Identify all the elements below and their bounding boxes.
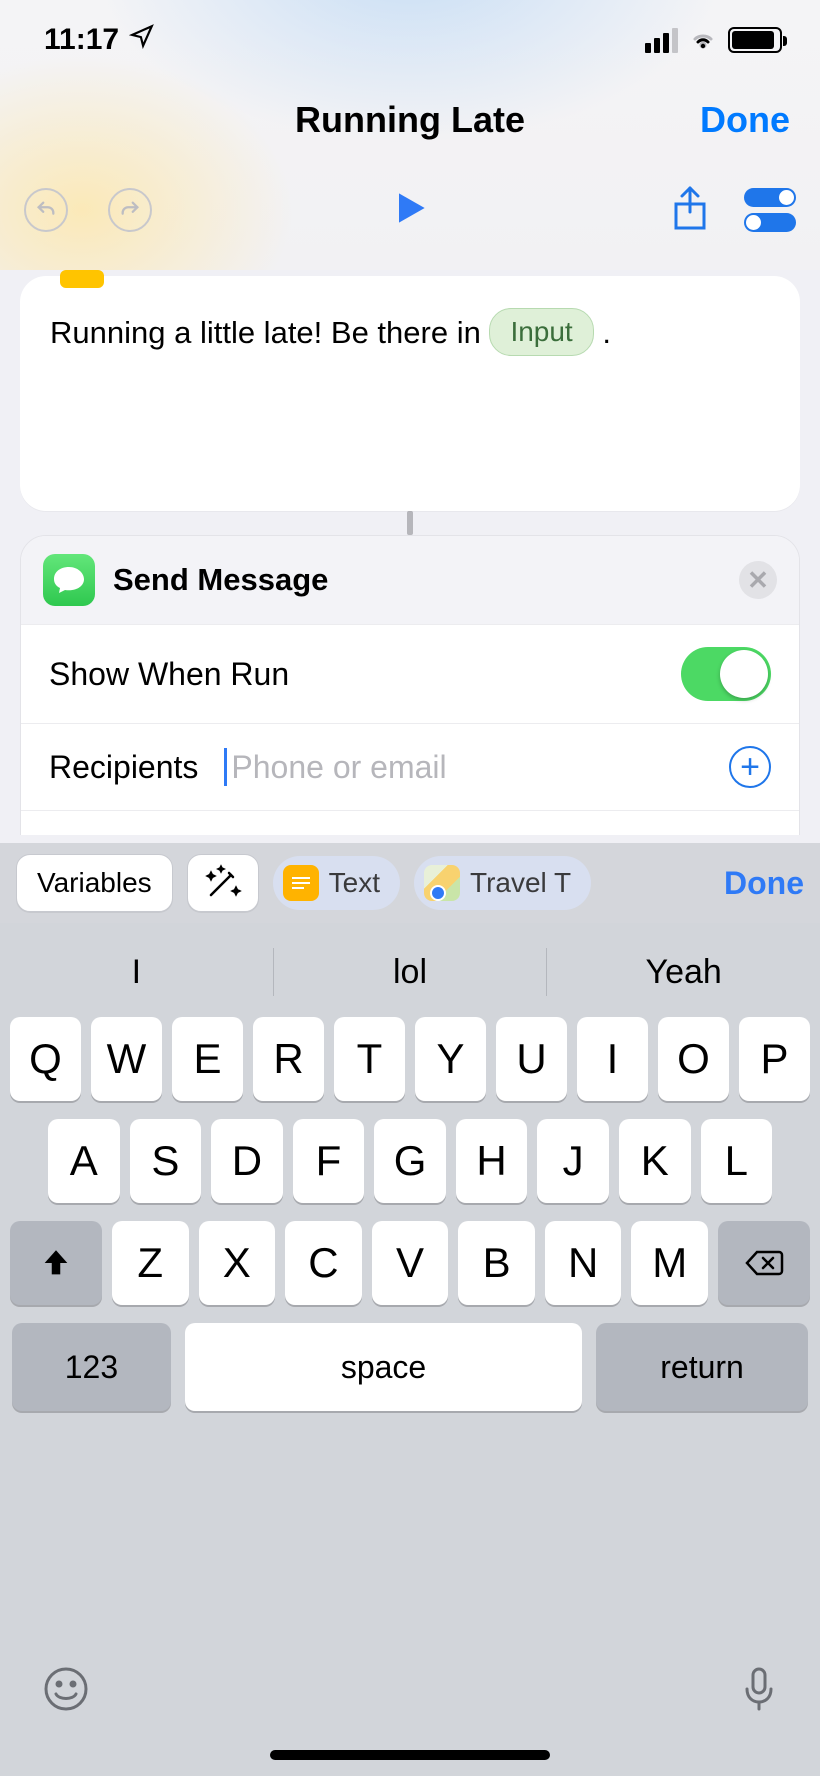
key-a[interactable]: A [48, 1119, 120, 1203]
text-action-body-suffix: . [602, 315, 611, 350]
key-m[interactable]: M [631, 1221, 708, 1305]
key-k[interactable]: K [619, 1119, 691, 1203]
key-row-1: Q W E R T Y U I O P [0, 1017, 820, 1101]
show-when-run-row: Show When Run [21, 624, 799, 723]
editor-toolbar [0, 160, 820, 260]
add-recipient-button[interactable]: + [729, 746, 771, 788]
dictation-button[interactable] [740, 1665, 778, 1718]
key-s[interactable]: S [130, 1119, 202, 1203]
key-f[interactable]: F [293, 1119, 365, 1203]
key-v[interactable]: V [372, 1221, 449, 1305]
done-button[interactable]: Done [700, 99, 790, 141]
key-h[interactable]: H [456, 1119, 528, 1203]
variable-chip-scroll[interactable]: Text Travel T [273, 856, 706, 910]
text-variable-icon [283, 865, 319, 901]
key-p[interactable]: P [739, 1017, 810, 1101]
space-key[interactable]: space [185, 1323, 582, 1411]
remove-action-button[interactable]: ✕ [739, 561, 777, 599]
messages-icon [43, 554, 95, 606]
key-u[interactable]: U [496, 1017, 567, 1101]
key-i[interactable]: I [577, 1017, 648, 1101]
nav-bar: Running Late Done [0, 80, 820, 160]
magic-variable-button[interactable] [187, 854, 259, 912]
magic-variable-token[interactable]: Input [489, 308, 593, 356]
variable-chip-travel[interactable]: Travel T [414, 856, 591, 910]
workflow-canvas[interactable]: Running a little late! Be there in Input… [0, 260, 820, 835]
wifi-icon [688, 23, 718, 57]
suggestion-row: I lol Yeah [0, 927, 820, 1017]
send-message-header[interactable]: Send Message ✕ [21, 536, 799, 624]
key-z[interactable]: Z [112, 1221, 189, 1305]
recipients-row: Recipients Phone or email + [21, 723, 799, 810]
battery-icon [728, 27, 782, 53]
suggestion[interactable]: lol [274, 953, 547, 992]
message-row[interactable]: Message [21, 810, 799, 835]
location-arrow-icon [129, 23, 155, 57]
key-b[interactable]: B [458, 1221, 535, 1305]
action-connector [407, 511, 413, 535]
key-q[interactable]: Q [10, 1017, 81, 1101]
key-g[interactable]: G [374, 1119, 446, 1203]
variable-chip-label: Text [329, 867, 380, 899]
recipients-label: Recipients [49, 749, 198, 786]
page-title: Running Late [295, 99, 525, 141]
keyboard: I lol Yeah Q W E R T Y U I O P A S D F G… [0, 923, 820, 1776]
variable-chip-text[interactable]: Text [273, 856, 400, 910]
recipients-input[interactable]: Phone or email [224, 748, 717, 786]
suggestion[interactable]: I [0, 953, 273, 992]
settings-button[interactable] [744, 188, 796, 232]
message-label: Message [49, 831, 179, 835]
variable-chip-label: Travel T [470, 867, 571, 899]
numbers-key[interactable]: 123 [12, 1323, 171, 1411]
shift-key[interactable] [10, 1221, 102, 1305]
accessory-done-button[interactable]: Done [724, 865, 804, 902]
key-row-4: 123 space return [0, 1323, 820, 1411]
cell-signal-icon [645, 28, 678, 53]
return-key[interactable]: return [596, 1323, 808, 1411]
variables-button[interactable]: Variables [16, 854, 173, 912]
send-message-title: Send Message [113, 562, 328, 598]
key-d[interactable]: D [211, 1119, 283, 1203]
undo-button[interactable] [24, 188, 68, 232]
toggle-icon [744, 213, 796, 232]
toggle-icon [744, 188, 796, 207]
show-when-run-label: Show When Run [49, 656, 289, 693]
maps-variable-icon [424, 865, 460, 901]
text-action-card[interactable]: Running a little late! Be there in Input… [20, 276, 800, 511]
show-when-run-toggle[interactable] [681, 647, 771, 701]
key-r[interactable]: R [253, 1017, 324, 1101]
key-y[interactable]: Y [415, 1017, 486, 1101]
key-t[interactable]: T [334, 1017, 405, 1101]
key-n[interactable]: N [545, 1221, 622, 1305]
run-button[interactable] [388, 186, 432, 235]
key-row-2: A S D F G H J K L [0, 1119, 820, 1203]
emoji-button[interactable] [42, 1665, 90, 1718]
key-row-3: Z X C V B N M [0, 1221, 820, 1305]
key-l[interactable]: L [701, 1119, 773, 1203]
key-e[interactable]: E [172, 1017, 243, 1101]
key-c[interactable]: C [285, 1221, 362, 1305]
key-w[interactable]: W [91, 1017, 162, 1101]
status-bar: 11:17 [0, 0, 820, 80]
suggestion[interactable]: Yeah [547, 953, 820, 992]
send-message-card: Send Message ✕ Show When Run Recipients … [20, 535, 800, 835]
share-button[interactable] [670, 184, 710, 237]
keyboard-accessory-bar: Variables Text Travel T Done [0, 843, 820, 923]
status-time: 11:17 [44, 23, 119, 57]
notes-icon [60, 270, 104, 288]
key-o[interactable]: O [658, 1017, 729, 1101]
text-action-body-prefix: Running a little late! Be there in [50, 315, 489, 350]
key-j[interactable]: J [537, 1119, 609, 1203]
redo-button[interactable] [108, 188, 152, 232]
backspace-key[interactable] [718, 1221, 810, 1305]
key-x[interactable]: X [199, 1221, 276, 1305]
keyboard-footer [0, 1626, 820, 1776]
home-indicator[interactable] [270, 1750, 550, 1760]
